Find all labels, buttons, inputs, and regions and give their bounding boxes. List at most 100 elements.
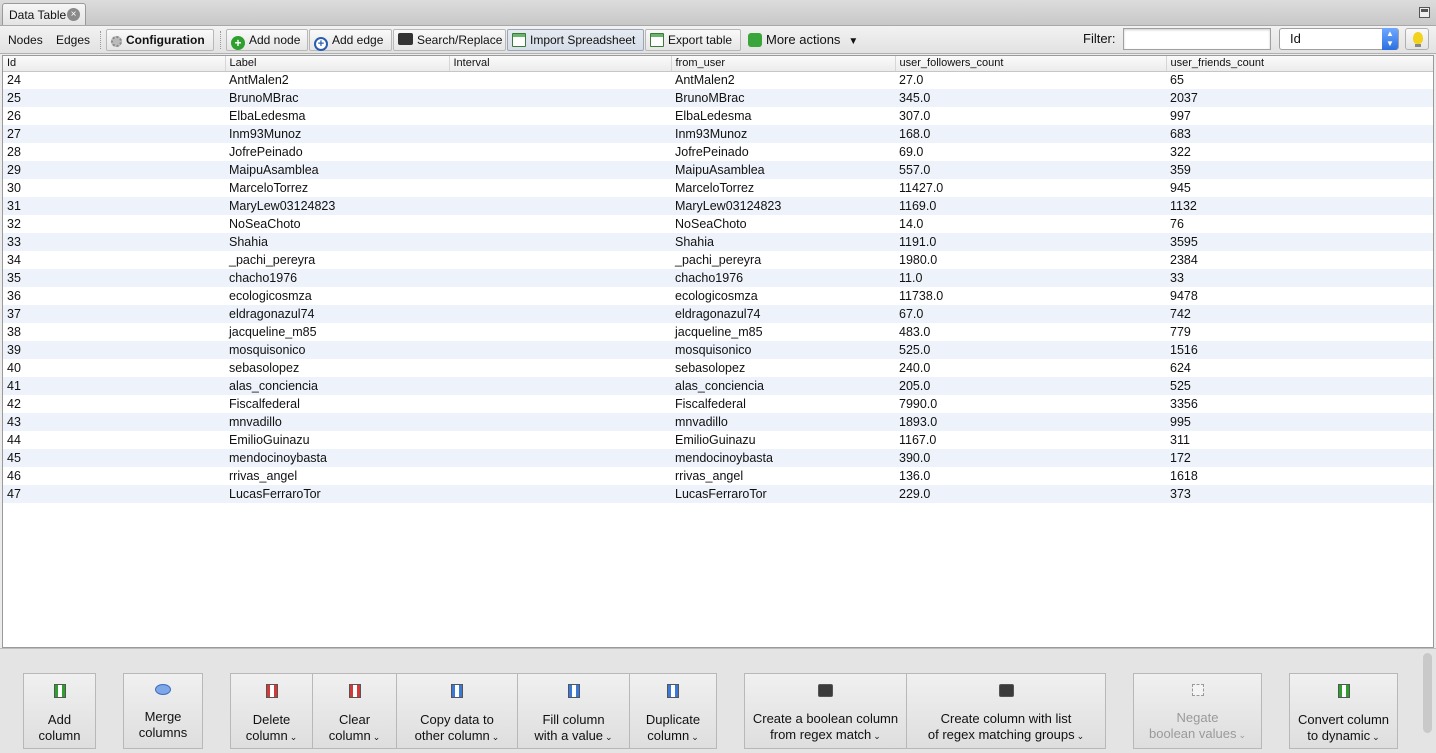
table-cell[interactable] (449, 305, 671, 323)
table-cell[interactable] (449, 251, 671, 269)
table-cell[interactable] (449, 287, 671, 305)
table-cell[interactable] (449, 71, 671, 89)
table-cell[interactable]: 525.0 (895, 341, 1166, 359)
table-cell[interactable]: jacqueline_m85 (671, 323, 895, 341)
table-cell[interactable]: ecologicosmza (225, 287, 449, 305)
more-actions-button[interactable]: More actions ▼ (744, 29, 862, 51)
table-cell[interactable]: NoSeaChoto (225, 215, 449, 233)
table-row[interactable]: 30 MarceloTorrez MarceloTorrez 11427.0 945 (3, 179, 1433, 197)
table-cell[interactable]: rrivas_angel (671, 467, 895, 485)
table-cell[interactable]: 30 (3, 179, 225, 197)
table-cell[interactable]: 43 (3, 413, 225, 431)
table-cell[interactable]: 35 (3, 269, 225, 287)
import-spreadsheet-button[interactable]: Import Spreadsheet (507, 29, 644, 51)
table-cell[interactable]: 46 (3, 467, 225, 485)
table-cell[interactable]: 47 (3, 485, 225, 503)
table-cell[interactable]: Inm93Munoz (671, 125, 895, 143)
table-cell[interactable]: 38 (3, 323, 225, 341)
table-row[interactable]: 24 AntMalen2 AntMalen2 27.0 65 (3, 71, 1433, 89)
table-row[interactable]: 46 rrivas_angel rrivas_angel 136.0 1618 (3, 467, 1433, 485)
add-column-button[interactable]: Add column (23, 673, 96, 749)
convert-dynamic-button[interactable]: Convert column to dynamic ⌄ (1289, 673, 1398, 749)
table-cell[interactable]: 390.0 (895, 449, 1166, 467)
table-cell[interactable]: AntMalen2 (671, 71, 895, 89)
table-cell[interactable] (449, 107, 671, 125)
table-cell[interactable]: 29 (3, 161, 225, 179)
table-cell[interactable]: 37 (3, 305, 225, 323)
table-cell[interactable]: MaryLew03124823 (671, 197, 895, 215)
table-cell[interactable]: 624 (1166, 359, 1433, 377)
table-cell[interactable]: 168.0 (895, 125, 1166, 143)
table-cell[interactable]: rrivas_angel (225, 467, 449, 485)
table-cell[interactable]: 27 (3, 125, 225, 143)
merge-columns-button[interactable]: Merge columns (123, 673, 203, 749)
clear-column-button[interactable]: Clear column ⌄ (312, 673, 397, 749)
table-cell[interactable]: 683 (1166, 125, 1433, 143)
table-cell[interactable]: 525 (1166, 377, 1433, 395)
table-cell[interactable]: Fiscalfederal (225, 395, 449, 413)
minimize-icon[interactable] (1419, 7, 1430, 18)
table-cell[interactable]: 41 (3, 377, 225, 395)
table-cell[interactable] (449, 269, 671, 287)
table-cell[interactable]: 44 (3, 431, 225, 449)
table-cell[interactable]: eldragonazul74 (225, 305, 449, 323)
add-edge-button[interactable]: + Add edge (309, 29, 392, 51)
table-cell[interactable]: 1516 (1166, 341, 1433, 359)
table-cell[interactable]: 11427.0 (895, 179, 1166, 197)
table-cell[interactable]: jacqueline_m85 (225, 323, 449, 341)
table-cell[interactable] (449, 215, 671, 233)
table-cell[interactable]: 32 (3, 215, 225, 233)
table-cell[interactable]: chacho1976 (671, 269, 895, 287)
table-cell[interactable]: MarceloTorrez (671, 179, 895, 197)
table-row[interactable]: 25 BrunoMBrac BrunoMBrac 345.0 2037 (3, 89, 1433, 107)
table-cell[interactable]: 39 (3, 341, 225, 359)
table-cell[interactable] (449, 359, 671, 377)
table-cell[interactable]: 322 (1166, 143, 1433, 161)
configuration-button[interactable]: Configuration (106, 29, 214, 51)
table-cell[interactable]: 69.0 (895, 143, 1166, 161)
close-icon[interactable]: × (67, 8, 80, 21)
table-cell[interactable]: sebasolopez (225, 359, 449, 377)
tab-data-table[interactable]: Data Table × (2, 3, 86, 25)
table-cell[interactable]: 997 (1166, 107, 1433, 125)
table-cell[interactable]: 1167.0 (895, 431, 1166, 449)
table-cell[interactable]: 28 (3, 143, 225, 161)
table-cell[interactable]: 3356 (1166, 395, 1433, 413)
table-cell[interactable]: 557.0 (895, 161, 1166, 179)
table-cell[interactable]: 359 (1166, 161, 1433, 179)
table-cell[interactable]: 2384 (1166, 251, 1433, 269)
table-row[interactable]: 33 Shahia Shahia 1191.0 3595 (3, 233, 1433, 251)
table-cell[interactable]: 11.0 (895, 269, 1166, 287)
table-cell[interactable]: LucasFerraroTor (225, 485, 449, 503)
table-cell[interactable] (449, 413, 671, 431)
table-cell[interactable]: mosquisonico (225, 341, 449, 359)
copy-data-button[interactable]: Copy data to other column ⌄ (396, 673, 518, 749)
table-row[interactable]: 47 LucasFerraroTor LucasFerraroTor 229.0 373 (3, 485, 1433, 503)
table-cell[interactable]: mnvadillo (671, 413, 895, 431)
add-node-button[interactable]: + Add node (226, 29, 308, 51)
table-cell[interactable]: AntMalen2 (225, 71, 449, 89)
table-cell[interactable]: 25 (3, 89, 225, 107)
table-cell[interactable]: BrunoMBrac (225, 89, 449, 107)
table-cell[interactable]: 779 (1166, 323, 1433, 341)
table-cell[interactable]: 205.0 (895, 377, 1166, 395)
table-cell[interactable]: mnvadillo (225, 413, 449, 431)
table-cell[interactable]: 172 (1166, 449, 1433, 467)
table-cell[interactable]: 27.0 (895, 71, 1166, 89)
table-cell[interactable] (449, 143, 671, 161)
table-cell[interactable]: 3595 (1166, 233, 1433, 251)
table-row[interactable]: 37 eldragonazul74 eldragonazul74 67.0 742 (3, 305, 1433, 323)
table-cell[interactable]: LucasFerraroTor (671, 485, 895, 503)
table-row[interactable]: 38 jacqueline_m85 jacqueline_m85 483.0 779 (3, 323, 1433, 341)
table-cell[interactable]: 1132 (1166, 197, 1433, 215)
table-cell[interactable]: 33 (3, 233, 225, 251)
table-cell[interactable]: 14.0 (895, 215, 1166, 233)
table-cell[interactable]: 311 (1166, 431, 1433, 449)
hint-button[interactable] (1405, 28, 1429, 50)
table-cell[interactable] (449, 395, 671, 413)
table-cell[interactable]: JofrePeinado (671, 143, 895, 161)
table-cell[interactable]: _pachi_pereyra (671, 251, 895, 269)
table-cell[interactable]: EmilioGuinazu (225, 431, 449, 449)
table-cell[interactable]: 76 (1166, 215, 1433, 233)
table-row[interactable]: 29 MaipuAsamblea MaipuAsamblea 557.0 359 (3, 161, 1433, 179)
